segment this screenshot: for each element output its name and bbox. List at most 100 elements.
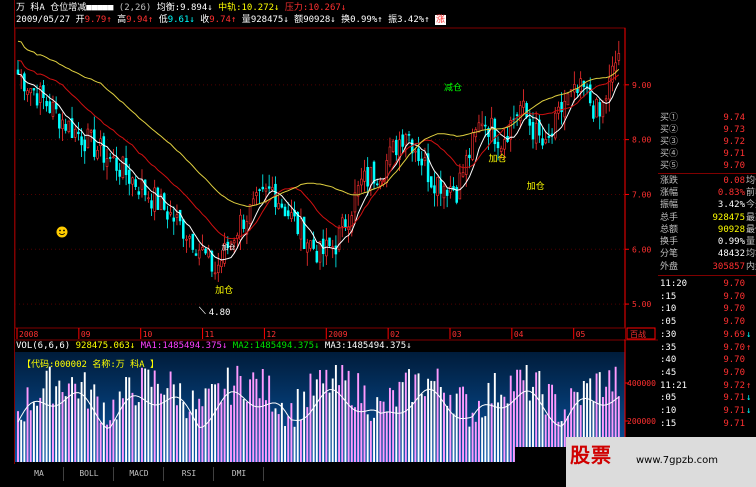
kline-chart[interactable]: 9.008.007.006.005.00 加仓加仓减仓加仓4.80加仓 2008…: [15, 0, 658, 464]
candle-body: [391, 140, 395, 153]
chart-annotation: 加仓: [488, 153, 506, 165]
outer-value: 305857: [712, 262, 745, 272]
tick-price: 9.69: [723, 329, 745, 340]
tick-price: 9.70: [723, 342, 745, 353]
candle-body: [547, 136, 551, 138]
tick-time: :15: [660, 291, 677, 302]
stat-row: 涨幅 0.83%前收: [658, 187, 756, 200]
stat-label: 涨跌: [660, 176, 679, 186]
stat-row: 总手 928475最高: [658, 212, 756, 225]
candle-body: [471, 132, 474, 160]
candle-body: [255, 192, 258, 197]
tick-row: :30 9.69 ↓: [658, 329, 756, 342]
candle-body: [420, 158, 423, 166]
date-tick-label: 12: [266, 330, 276, 339]
candle-body: [363, 170, 366, 182]
candle-body: [77, 131, 80, 135]
price-axis-labels: 9.00 8.00 7.00 6.00 5.00: [625, 81, 651, 309]
candle-body: [553, 112, 557, 139]
candle-body: [566, 93, 570, 106]
volume-tick-label: 200000: [627, 417, 656, 426]
candle-body: [153, 187, 156, 212]
tick-arrow: ↑: [746, 380, 752, 391]
stat-row: 换手 0.99%量比: [658, 236, 756, 249]
panel-divider: [658, 275, 756, 276]
stat-extra: 均笔: [746, 249, 756, 260]
tab-dmi[interactable]: DMI: [215, 467, 264, 481]
tick-row: :05 9.71 ↓: [658, 392, 756, 405]
candle-body: [439, 179, 443, 194]
candle-body: [544, 139, 547, 144]
candle-body: [360, 178, 363, 186]
volume-title-line: VOL(6,6,6) 928475.063↓ MA1:1485494.375↓ …: [16, 341, 412, 351]
tab-macd[interactable]: MACD: [115, 467, 164, 481]
tab-boll[interactable]: BOLL: [65, 467, 114, 481]
tick-price: 9.70: [723, 304, 745, 315]
last-price-box-label: 百战: [630, 329, 646, 339]
candle-body: [573, 84, 576, 93]
candle-body: [404, 134, 408, 146]
volume-tick-label: 400000: [627, 379, 656, 388]
stat-value: 90928: [717, 224, 745, 235]
tick-row: :15 9.70: [658, 291, 756, 304]
candle-body: [430, 176, 433, 188]
tick-row: 11:21 9.72 ↑: [658, 380, 756, 393]
candle-body: [499, 147, 503, 152]
bid-price: 9.70: [723, 161, 745, 171]
candle-body: [560, 101, 563, 113]
tick-price: 9.70: [723, 355, 745, 366]
candle-body: [248, 204, 252, 224]
candle-body: [124, 158, 128, 176]
date-tick-label: 04: [514, 330, 524, 339]
tick-arrow: ↓: [746, 393, 752, 404]
candle-body: [588, 84, 592, 104]
stat-value: 928475: [712, 212, 745, 223]
price-tick-label: 5.00: [632, 300, 651, 309]
stat-extra: 最高: [746, 212, 756, 223]
candle-body: [353, 192, 357, 213]
tick-price: 9.71: [723, 406, 745, 416]
tab-ma[interactable]: MA: [15, 467, 64, 481]
tick-row: :45 9.70: [658, 367, 756, 380]
candle-body: [182, 219, 185, 239]
candle-body: [48, 101, 52, 113]
tick-time: :35: [660, 342, 677, 353]
date-tick-label: 03: [452, 330, 462, 339]
candle-body: [271, 187, 274, 190]
candle-body: [67, 120, 71, 132]
candle-body: [213, 272, 217, 275]
watermark-url: www.7gpzb.com: [636, 455, 718, 466]
bid-label: 买⑤: [660, 161, 679, 171]
candle-body: [474, 129, 478, 138]
candle-body: [251, 198, 255, 206]
candle-body: [534, 122, 538, 144]
candle-body: [531, 122, 535, 140]
candle-body: [515, 114, 519, 116]
candle-body: [388, 146, 392, 166]
candle-body: [105, 158, 109, 167]
candle-body: [32, 88, 36, 91]
candle-body: [73, 128, 77, 138]
tick-price: 9.70: [723, 279, 745, 289]
tab-rsi[interactable]: RSI: [165, 467, 214, 481]
candle-body: [29, 88, 32, 94]
candle-body: [461, 172, 465, 177]
candle-body: [134, 179, 137, 187]
candle-body: [528, 118, 532, 126]
price-tick-label: 6.00: [632, 245, 651, 254]
candle-body: [61, 119, 64, 129]
panel-divider: [658, 173, 756, 174]
candle-body: [118, 169, 121, 177]
candle-body: [23, 73, 26, 92]
tick-time: :15: [660, 418, 677, 429]
price-tick-label: 8.00: [632, 136, 651, 145]
candle-body: [115, 157, 118, 171]
stock-code-label: 【代码:000002 名称:万 科A 】: [22, 360, 160, 370]
tick-price: 9.70: [723, 367, 745, 378]
stat-row: 分笔 48432均笔: [658, 248, 756, 261]
date-tick-label: 09: [81, 330, 91, 339]
candle-body: [433, 185, 436, 194]
candle-body: [595, 98, 598, 118]
candle-body: [140, 180, 144, 190]
stat-label: 分笔: [660, 249, 679, 260]
